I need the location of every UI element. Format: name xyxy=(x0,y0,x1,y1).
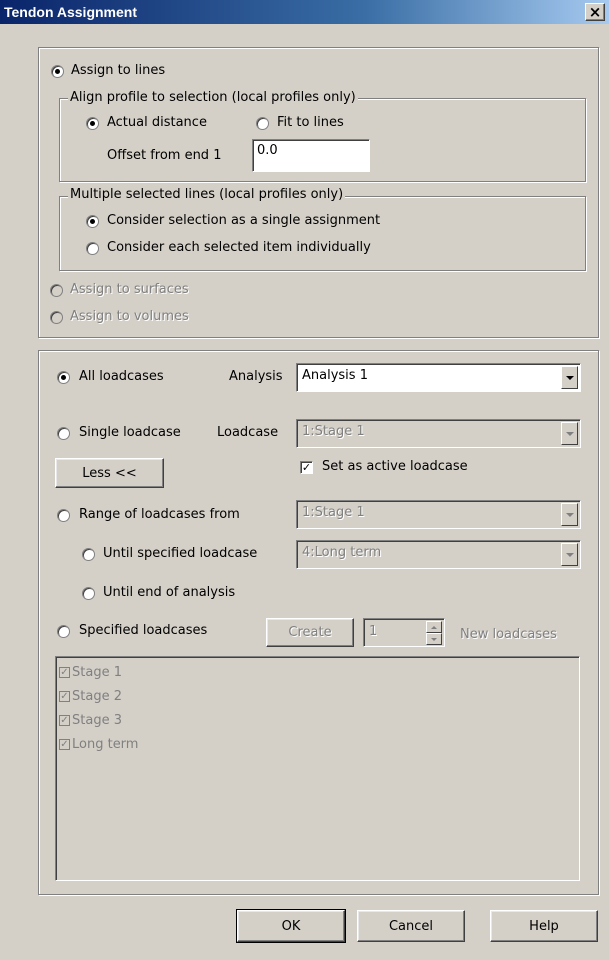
range-loadcases-label: Range of loadcases from xyxy=(79,507,240,522)
until-specified-dropdown-button[interactable] xyxy=(561,543,578,566)
chevron-down-icon xyxy=(565,375,574,380)
analysis-label: Analysis xyxy=(229,369,283,384)
until-specified-label: Until specified loadcase xyxy=(103,546,258,561)
all-loadcases-radio[interactable] xyxy=(57,371,70,384)
actual-distance-radio[interactable] xyxy=(86,117,99,130)
checkbox-icon: ✓ xyxy=(59,666,70,678)
multiple-lines-legend: Multiple selected lines (local profiles … xyxy=(68,187,346,202)
spin-up-button[interactable] xyxy=(426,621,442,633)
assign-lines-label: Assign to lines xyxy=(71,63,166,78)
arrow-down-icon xyxy=(431,637,437,641)
align-profile-legend: Align profile to selection (local profil… xyxy=(68,90,358,105)
analysis-select[interactable]: Analysis 1 xyxy=(296,363,581,392)
individually-label: Consider each selected item individually xyxy=(107,240,371,255)
list-item[interactable]: ✓ Long term xyxy=(59,737,138,752)
until-end-radio[interactable] xyxy=(82,587,95,600)
loadcase-count-spinner[interactable]: 1 xyxy=(363,618,445,647)
chevron-down-icon xyxy=(565,552,574,557)
loadcase-select[interactable]: 1:Stage 1 xyxy=(296,419,581,448)
single-loadcase-radio[interactable] xyxy=(57,427,70,440)
single-assignment-label: Consider selection as a single assignmen… xyxy=(107,213,381,228)
set-active-label: Set as active loadcase xyxy=(322,459,468,474)
fit-to-lines-label: Fit to lines xyxy=(277,115,344,130)
check-icon: ✓ xyxy=(301,461,312,474)
assign-lines-radio[interactable] xyxy=(51,65,64,78)
range-from-dropdown-button[interactable] xyxy=(561,503,578,526)
checkbox-icon: ✓ xyxy=(59,690,70,702)
loadcase-dropdown-button[interactable] xyxy=(561,422,578,445)
until-specified-radio[interactable] xyxy=(82,548,95,561)
range-from-select[interactable]: 1:Stage 1 xyxy=(296,500,581,529)
spinner-value: 1 xyxy=(369,624,378,639)
range-loadcases-radio[interactable] xyxy=(57,509,70,522)
multiple-lines-group xyxy=(59,196,586,271)
new-loadcases-label: New loadcases xyxy=(460,627,557,642)
checkbox-icon: ✓ xyxy=(59,714,70,726)
cancel-button[interactable]: Cancel xyxy=(357,910,465,942)
specified-loadcases-label: Specified loadcases xyxy=(79,623,208,638)
loadcase-label: Loadcase xyxy=(217,425,279,440)
list-item[interactable]: ✓ Stage 2 xyxy=(59,689,122,704)
offset-input[interactable]: 0.0 xyxy=(252,139,370,172)
single-assignment-radio[interactable] xyxy=(86,215,99,228)
assign-volumes-label: Assign to volumes xyxy=(70,309,189,324)
assign-surfaces-radio[interactable] xyxy=(50,284,63,297)
chevron-down-icon xyxy=(565,512,574,517)
offset-label: Offset from end 1 xyxy=(107,148,222,163)
checkbox-icon: ✓ xyxy=(59,738,70,750)
chevron-down-icon xyxy=(565,431,574,436)
loadcases-list[interactable]: ✓ Stage 1 ✓ Stage 2 ✓ Stage 3 ✓ Long term xyxy=(55,656,580,881)
list-item[interactable]: ✓ Stage 3 xyxy=(59,713,122,728)
ok-button[interactable]: OK xyxy=(236,909,346,943)
arrow-up-icon xyxy=(431,625,437,629)
assign-surfaces-label: Assign to surfaces xyxy=(70,282,189,297)
help-button[interactable]: Help xyxy=(490,910,598,942)
analysis-dropdown-button[interactable] xyxy=(561,366,578,389)
list-item[interactable]: ✓ Stage 1 xyxy=(59,665,122,680)
set-active-checkbox[interactable]: ✓ xyxy=(300,461,313,474)
until-end-label: Until end of analysis xyxy=(103,585,236,600)
less-button[interactable]: Less << xyxy=(55,458,164,488)
window-title: Tendon Assignment xyxy=(4,4,137,20)
assign-volumes-radio[interactable] xyxy=(50,311,63,324)
individually-radio[interactable] xyxy=(86,242,99,255)
analysis-value: Analysis 1 xyxy=(302,368,368,383)
spin-down-button[interactable] xyxy=(426,633,442,645)
single-loadcase-label: Single loadcase xyxy=(79,425,181,440)
all-loadcases-label: All loadcases xyxy=(79,369,164,384)
specified-loadcases-radio[interactable] xyxy=(57,625,70,638)
until-specified-value: 4:Long term xyxy=(302,545,382,560)
loadcase-value: 1:Stage 1 xyxy=(302,424,365,439)
fit-to-lines-radio[interactable] xyxy=(256,117,269,130)
range-from-value: 1:Stage 1 xyxy=(302,505,365,520)
close-icon: × xyxy=(588,2,602,21)
until-specified-select[interactable]: 4:Long term xyxy=(296,540,581,569)
actual-distance-label: Actual distance xyxy=(107,115,207,130)
create-button[interactable]: Create xyxy=(266,618,354,647)
close-button[interactable]: × xyxy=(585,3,605,21)
